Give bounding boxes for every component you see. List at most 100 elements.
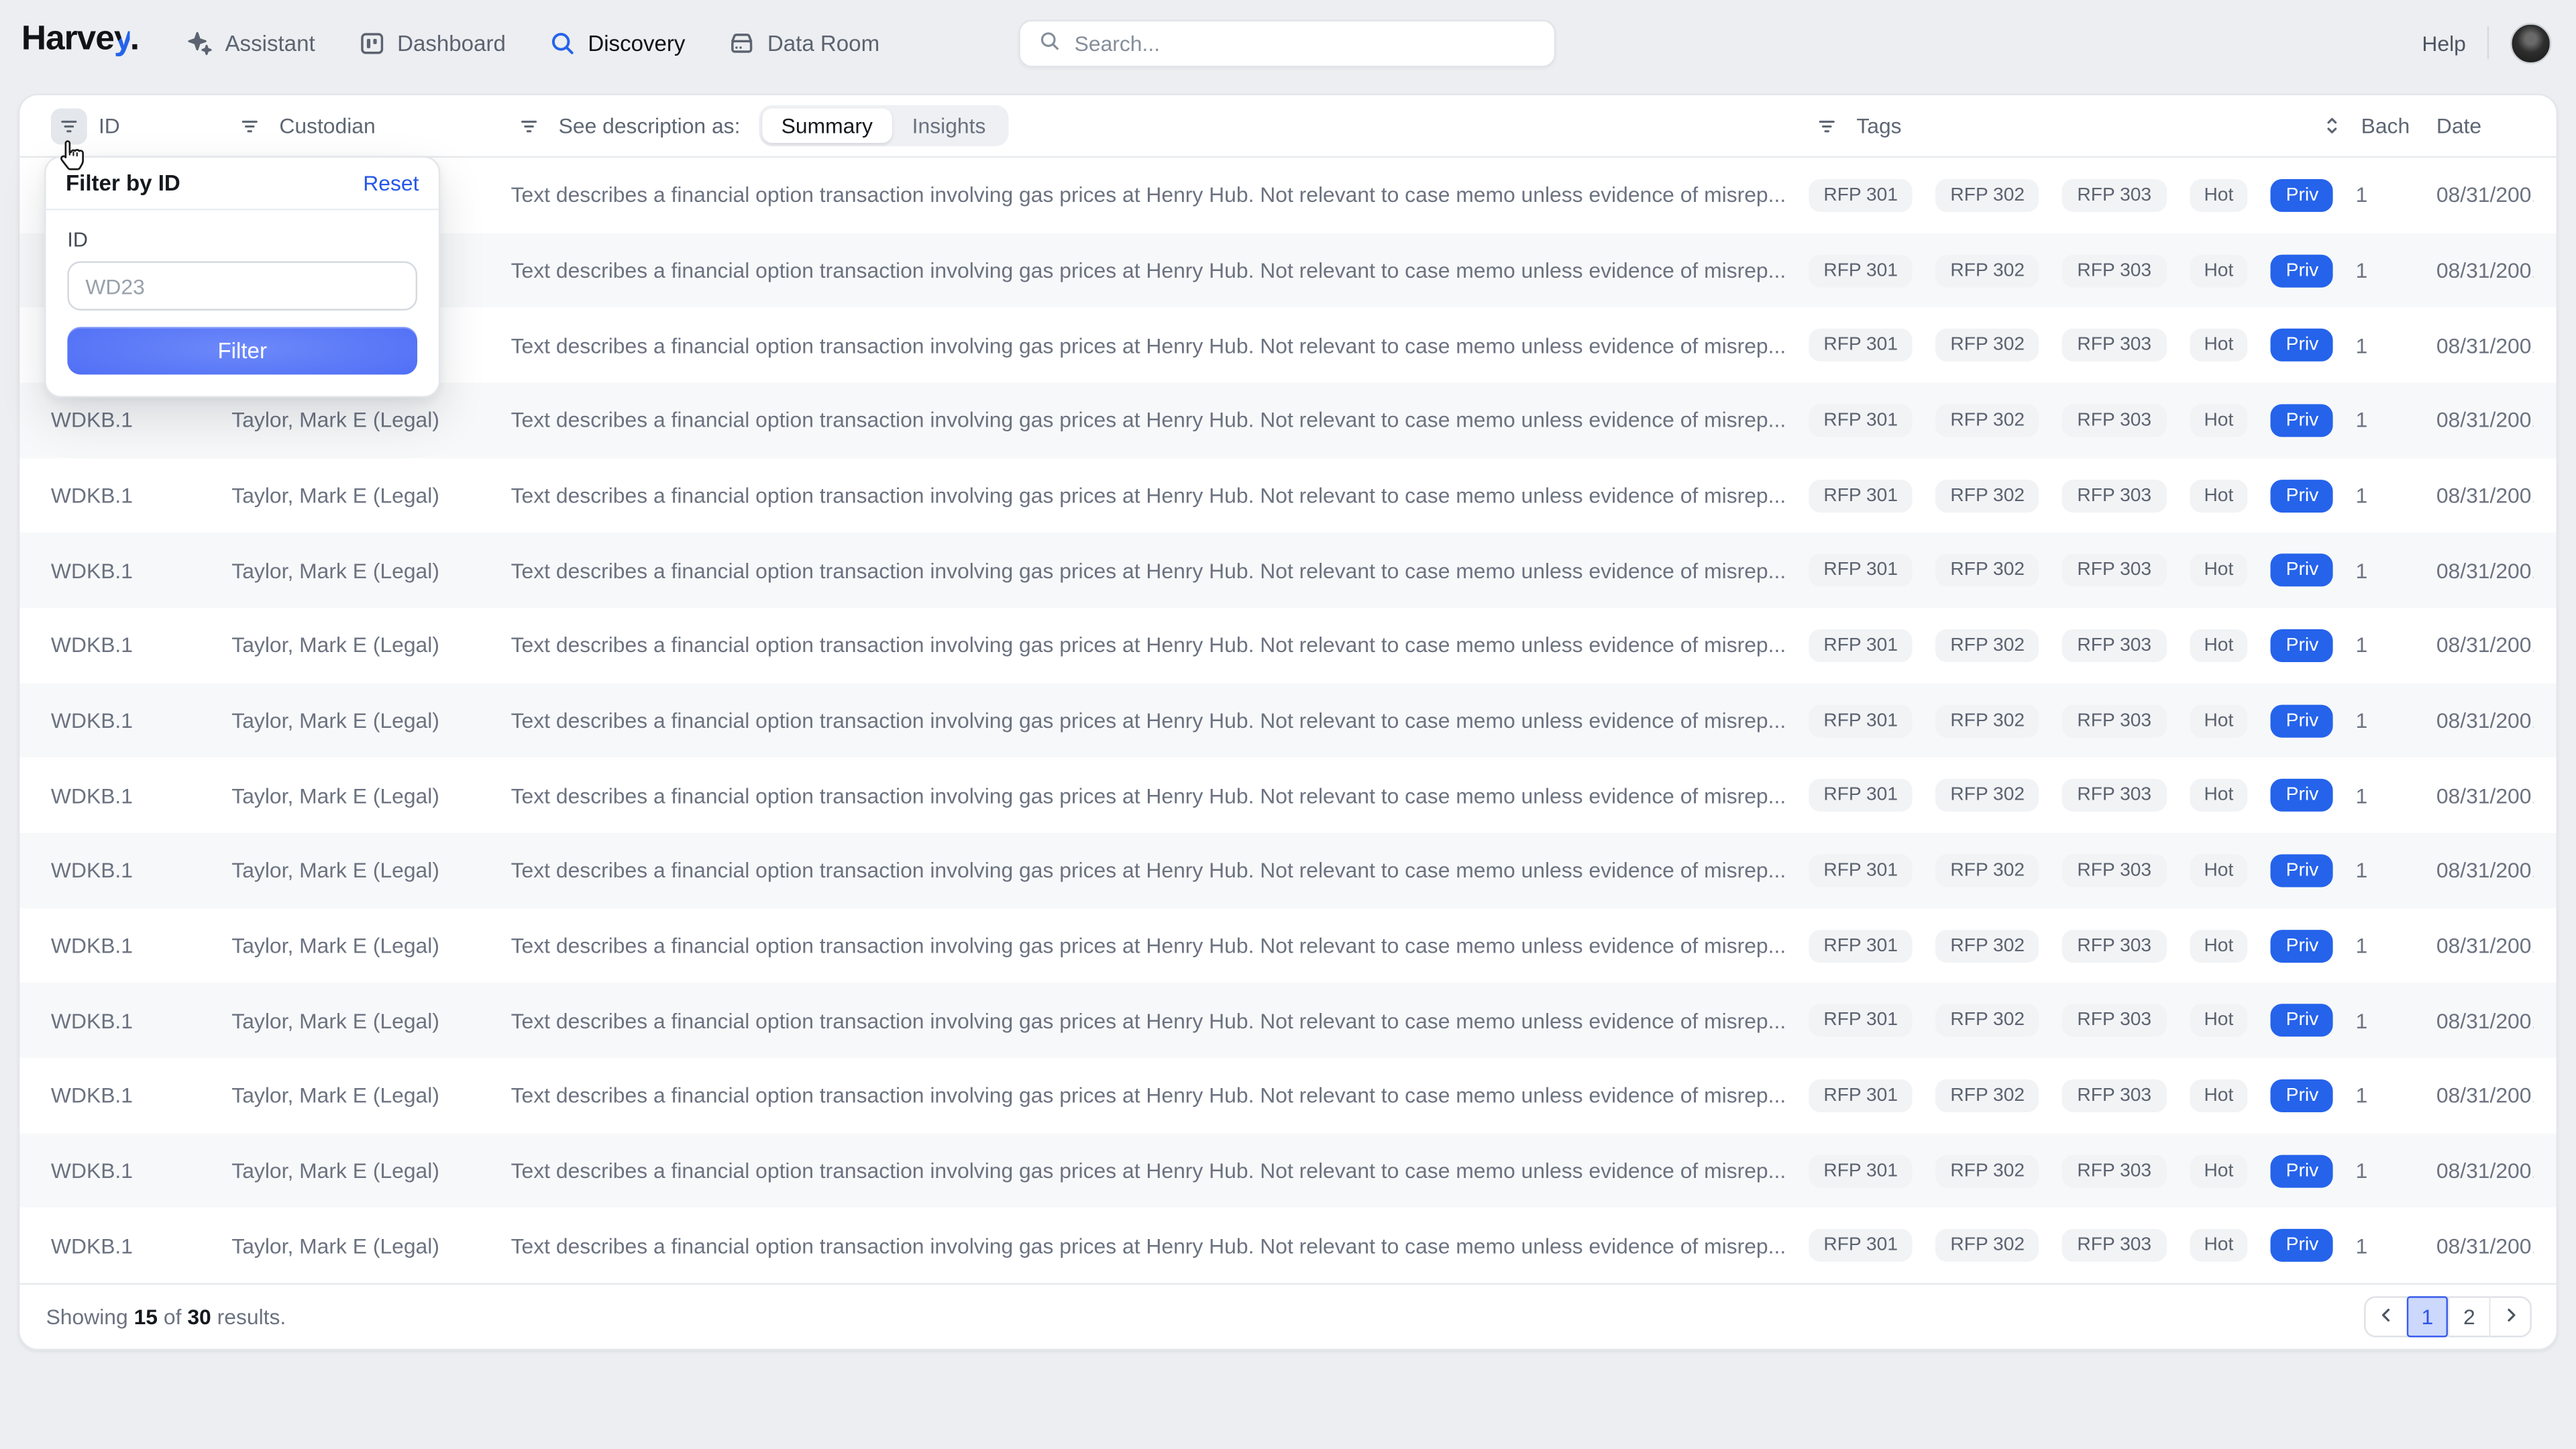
table-row[interactable]: WDKB.1 Taylor, Mark E (Legal) Text descr… (19, 983, 2556, 1058)
header-description: See description as: Summary Insights (511, 105, 1809, 146)
row-id: WDKB.1 (51, 1008, 231, 1033)
id-filter-input[interactable] (67, 261, 417, 310)
table-row[interactable]: WDKB.1 Taylor, Mark E (Legal) Text descr… (19, 1208, 2556, 1283)
tag-pill: Hot (2189, 479, 2248, 512)
user-avatar[interactable] (2510, 22, 2551, 63)
row-description: Text describes a financial option transa… (511, 408, 1809, 433)
sort-bach-button[interactable] (2314, 107, 2350, 144)
tag-pill: RFP 303 (2062, 254, 2166, 286)
filter-apply-button[interactable]: Filter (67, 327, 417, 374)
search-icon (1038, 30, 1061, 58)
results-summary: Showing 15 of 30 results. (46, 1304, 286, 1329)
table-row[interactable]: WDKB.1 Taylor, Mark E (Legal) Text descr… (19, 833, 2556, 908)
tab-data-room[interactable]: Data Room (728, 29, 879, 57)
row-description: Text describes a financial option transa… (511, 1234, 1809, 1258)
global-search-input[interactable]: Search... (1018, 19, 1556, 67)
tab-label: Assistant (225, 30, 315, 55)
prev-page-button[interactable] (2366, 1296, 2407, 1337)
tag-pill: RFP 301 (1809, 704, 1913, 737)
row-id: WDKB.1 (51, 633, 231, 658)
filter-id-button[interactable] (51, 107, 87, 144)
tag-pill: RFP 301 (1809, 179, 1913, 212)
row-id: WDKB.1 (51, 933, 231, 958)
table-row[interactable]: WDKB.1 Taylor, Mark E (Legal) Text descr… (19, 683, 2556, 758)
header-custodian-label: Custodian (279, 113, 375, 138)
row-description: Text describes a financial option transa… (511, 183, 1809, 208)
harvey-logo[interactable]: Harvey. (21, 19, 139, 59)
table-row[interactable]: WDKB.1 Taylor, Mark E (Legal) Text descr… (19, 608, 2556, 683)
tag-pill: RFP 303 (2062, 779, 2166, 812)
row-id: WDKB.1 (51, 558, 231, 583)
tag-pill: Hot (2189, 779, 2248, 812)
row-custodian: Taylor, Mark E (Legal) (231, 483, 511, 508)
tag-pill: RFP 302 (1935, 779, 2039, 812)
page-1-button[interactable]: 1 (2407, 1296, 2448, 1337)
tag-pill: RFP 301 (1809, 404, 1913, 437)
toggle-insights[interactable]: Insights (892, 109, 1006, 143)
tag-pill: RFP 301 (1809, 929, 1913, 962)
row-description: Text describes a financial option transa… (511, 258, 1809, 282)
app-root: Harvey. Assistant Dashboard Discovery (0, 0, 2576, 1449)
tag-pill: RFP 303 (2062, 704, 2166, 737)
table-header-row: ID Custodian See description as: Summary… (19, 95, 2556, 158)
page-2-button[interactable]: 2 (2448, 1296, 2489, 1337)
tag-pill: RFP 302 (1935, 479, 2039, 512)
dashboard-icon (358, 29, 386, 57)
row-date: 08/31/2001 (2436, 1083, 2533, 1108)
row-description: Text describes a financial option transa… (511, 783, 1809, 808)
table-row[interactable]: WDKB.1 Taylor, Mark E (Legal) Text descr… (19, 1133, 2556, 1208)
tag-pill: Hot (2189, 1079, 2248, 1112)
row-tags-cell: RFP 301RFP 302RFP 303HotPriv (1809, 779, 2287, 812)
tag-pill: RFP 301 (1809, 629, 1913, 662)
filter-tags-button[interactable] (1809, 107, 1845, 144)
row-description: Text describes a financial option transa… (511, 1008, 1809, 1033)
row-bach: 1 (2287, 1008, 2436, 1033)
logo-period: . (130, 19, 139, 57)
table-row[interactable]: WDKB.1 Taylor, Mark E (Legal) Text descr… (19, 533, 2556, 608)
row-tags-cell: RFP 301RFP 302RFP 303HotPriv (1809, 629, 2287, 662)
tag-pill: RFP 303 (2062, 404, 2166, 437)
table-row[interactable]: WDKB.1 Taylor, Mark E (Legal) Text descr… (19, 458, 2556, 533)
row-bach: 1 (2287, 1083, 2436, 1108)
tag-pill: RFP 302 (1935, 179, 2039, 212)
filter-description-button[interactable] (511, 107, 547, 144)
tag-pill: RFP 302 (1935, 1155, 2039, 1187)
row-date: 08/31/2001 (2436, 633, 2533, 658)
table-footer: Showing 15 of 30 results. 1 2 (19, 1283, 2556, 1349)
row-tags-cell: RFP 301RFP 302RFP 303HotPriv (1809, 179, 2287, 212)
tag-pill: RFP 302 (1935, 1079, 2039, 1112)
tab-label: Dashboard (397, 30, 506, 55)
row-description: Text describes a financial option transa… (511, 558, 1809, 583)
search-icon (549, 29, 577, 57)
tab-dashboard[interactable]: Dashboard (358, 29, 506, 57)
row-bach: 1 (2287, 408, 2436, 433)
next-page-button[interactable] (2489, 1296, 2530, 1337)
tag-pill: Hot (2189, 1155, 2248, 1187)
tag-pill: RFP 303 (2062, 929, 2166, 962)
header-id: ID (51, 107, 231, 144)
tab-label: Data Room (767, 30, 879, 55)
row-bach: 1 (2287, 483, 2436, 508)
filter-custodian-button[interactable] (231, 107, 268, 144)
tag-pill: RFP 302 (1935, 1229, 2039, 1262)
table-row[interactable]: WDKB.1 Taylor, Mark E (Legal) Text descr… (19, 758, 2556, 833)
tag-pill: Hot (2189, 404, 2248, 437)
tab-discovery[interactable]: Discovery (549, 29, 686, 57)
tag-pill: RFP 302 (1935, 1004, 2039, 1037)
table-row[interactable]: WDKB.1 Taylor, Mark E (Legal) Text descr… (19, 908, 2556, 983)
table-row[interactable]: WDKB.1 Taylor, Mark E (Legal) Text descr… (19, 1058, 2556, 1133)
tag-pill: RFP 303 (2062, 1079, 2166, 1112)
tag-pill: Hot (2189, 1229, 2248, 1262)
tag-pill: RFP 302 (1935, 704, 2039, 737)
tag-pill: RFP 301 (1809, 779, 1913, 812)
tab-assistant[interactable]: Assistant (186, 29, 315, 57)
tag-pill: RFP 303 (2062, 1229, 2166, 1262)
help-link[interactable]: Help (2422, 30, 2466, 55)
row-id: WDKB.1 (51, 1234, 231, 1258)
row-date: 08/31/2001 (2436, 408, 2533, 433)
tag-pill: RFP 303 (2062, 554, 2166, 587)
toggle-summary[interactable]: Summary (761, 109, 892, 143)
tag-pill: Hot (2189, 179, 2248, 212)
row-tags-cell: RFP 301RFP 302RFP 303HotPriv (1809, 479, 2287, 512)
reset-link[interactable]: Reset (363, 171, 419, 196)
